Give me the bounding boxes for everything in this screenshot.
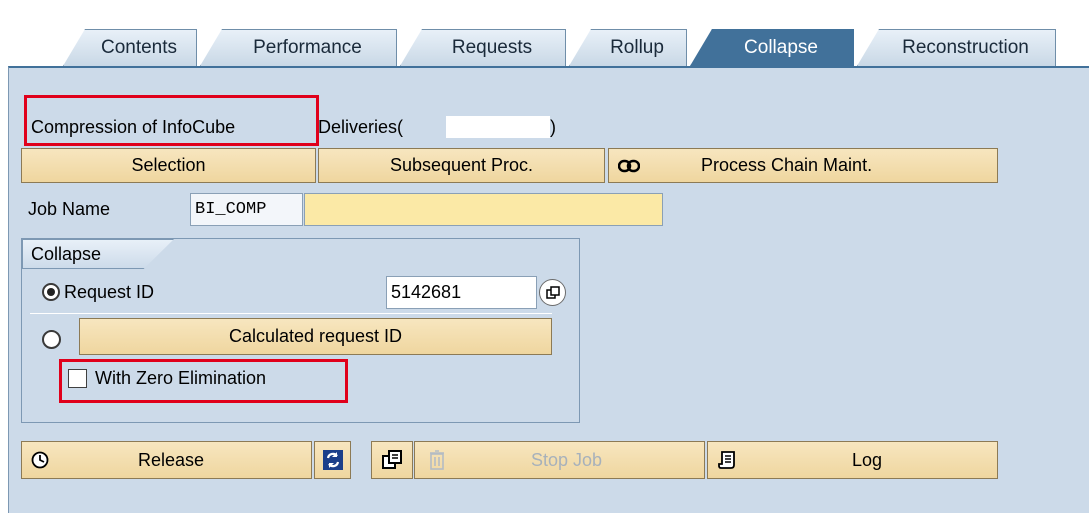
refresh-button[interactable]	[314, 441, 351, 479]
selection-button[interactable]: Selection	[21, 148, 316, 183]
tab-requests[interactable]: Requests	[400, 29, 566, 66]
tab-reconstruction[interactable]: Reconstruction	[857, 29, 1056, 66]
tab-label: Collapse	[744, 37, 818, 58]
zero-elimination-label: With Zero Elimination	[95, 368, 267, 388]
stop-job-button[interactable]: Stop Job	[414, 441, 705, 479]
log-button[interactable]: Log	[707, 441, 998, 479]
copy-icon	[381, 449, 403, 471]
zero-elimination-checkbox[interactable]	[68, 369, 87, 388]
request-id-label: Request ID	[64, 282, 155, 302]
stop-job-label: Stop Job	[531, 449, 603, 470]
tab-collapse[interactable]: Collapse	[690, 29, 854, 66]
copy-button[interactable]	[371, 441, 413, 479]
infocube-name-prefix: Deliveries(	[318, 117, 404, 137]
value-help-icon[interactable]	[539, 279, 566, 306]
process-chain-label: Process Chain Maint.	[701, 155, 873, 175]
request-id-radio[interactable]	[42, 283, 60, 301]
tab-contents[interactable]: Contents	[63, 29, 197, 66]
request-id-input[interactable]: 5142681	[386, 276, 537, 309]
subsequent-processing-button[interactable]: Subsequent Proc.	[318, 148, 605, 183]
refresh-icon	[322, 449, 344, 471]
infocube-name-redacted	[446, 116, 550, 138]
job-name-prefix: BI_COMP	[190, 193, 303, 226]
log-label: Log	[852, 449, 883, 470]
job-name-label: Job Name	[28, 199, 111, 219]
trash-icon	[423, 450, 451, 470]
infocube-name-suffix: )	[550, 117, 556, 137]
row-divider	[30, 313, 552, 314]
tab-label: Performance	[253, 37, 362, 58]
tab-label: Requests	[451, 37, 533, 58]
job-name-input[interactable]	[304, 193, 663, 226]
process-chain-maintenance-button[interactable]: Process Chain Maint.	[608, 148, 998, 183]
calculated-request-id-button[interactable]: Calculated request ID	[79, 318, 552, 355]
clock-icon	[26, 451, 54, 469]
chain-link-icon	[613, 159, 645, 173]
compression-label: Compression of InfoCube	[31, 117, 236, 137]
tab-label: Reconstruction	[902, 37, 1029, 58]
tab-label: Rollup	[610, 37, 664, 58]
tab-label: Contents	[100, 37, 178, 58]
tab-performance[interactable]: Performance	[200, 29, 397, 66]
release-label: Release	[138, 449, 205, 470]
log-scroll-icon	[714, 450, 742, 470]
release-button[interactable]: Release	[21, 441, 312, 479]
radio-selected-dot	[47, 288, 55, 296]
calculated-request-id-radio[interactable]	[42, 330, 61, 349]
